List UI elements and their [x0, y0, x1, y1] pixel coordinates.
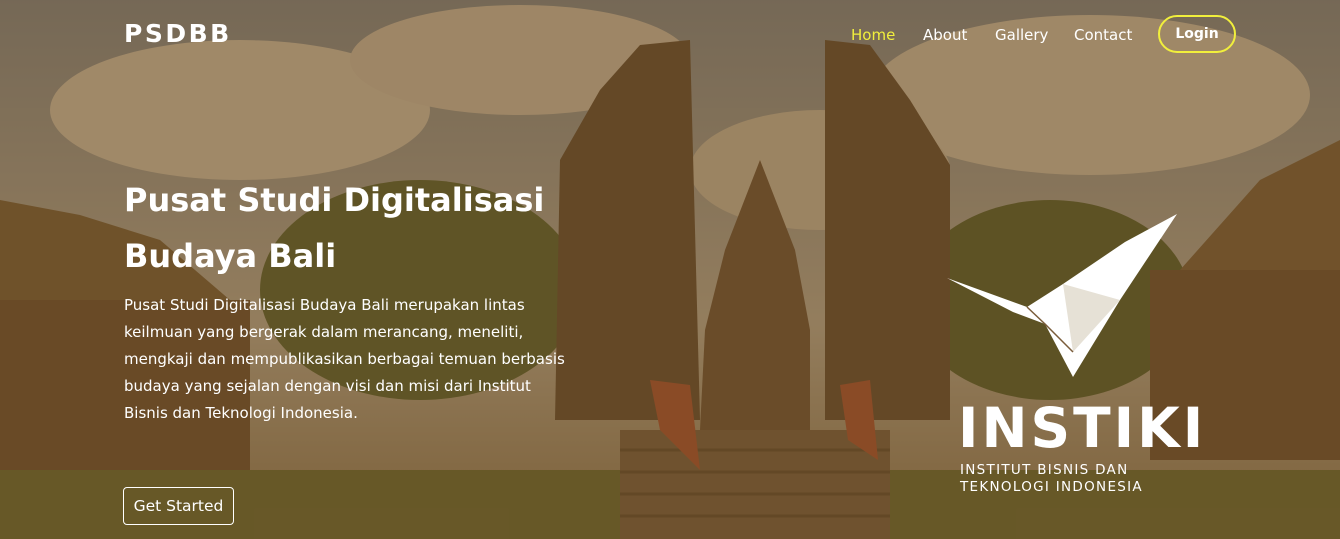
nav-link-home[interactable]: Home: [851, 26, 895, 44]
instiki-subtitle-line2: TEKNOLOGI INDONESIA: [960, 479, 1143, 495]
nav-link-gallery[interactable]: Gallery: [995, 26, 1048, 44]
navbar: PSDBB Home About Gallery Contact Login: [0, 0, 1340, 72]
get-started-button[interactable]: Get Started: [123, 487, 234, 525]
bird-origami-icon: [947, 214, 1177, 377]
hero-description: Pusat Studi Digitalisasi Budaya Bali mer…: [124, 296, 565, 422]
nav-link-about[interactable]: About: [923, 26, 967, 44]
nav-link-contact[interactable]: Contact: [1074, 26, 1132, 44]
brand-logo[interactable]: PSDBB: [124, 19, 232, 48]
instiki-wordmark: INSTIKI: [958, 396, 1207, 460]
login-button[interactable]: Login: [1158, 15, 1236, 53]
hero-title: Pusat Studi Digitalisasi Budaya Bali: [124, 181, 545, 275]
instiki-subtitle-line1: INSTITUT BISNIS DAN: [960, 462, 1129, 478]
instiki-subtitle: INSTITUT BISNIS DAN TEKNOLOGI INDONESIA: [960, 462, 1143, 496]
